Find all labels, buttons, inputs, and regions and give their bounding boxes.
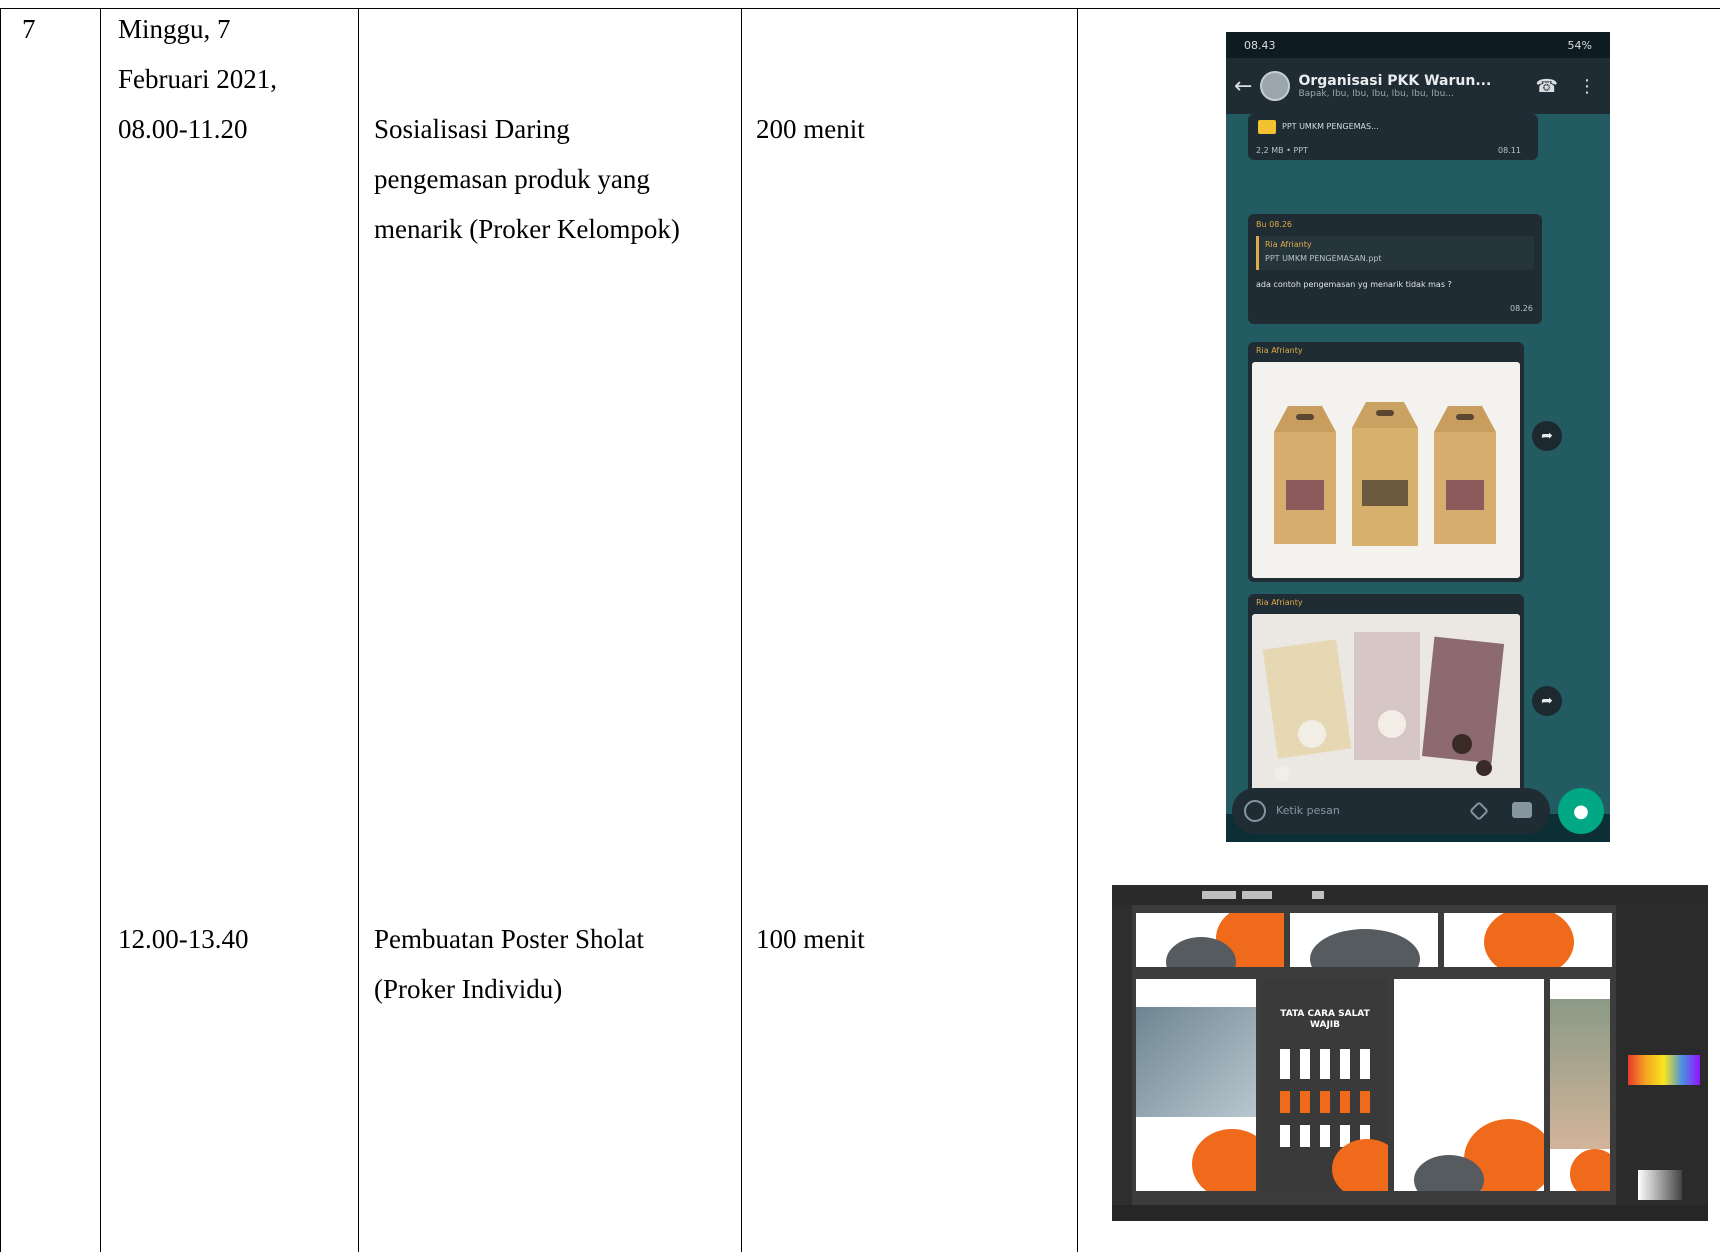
document-name: PPT UMKM PENGEMAS... [1282, 122, 1379, 131]
activity-2-time: 12.00-13.40 [118, 924, 249, 954]
more-options-icon[interactable]: ⋮ [1572, 76, 1602, 97]
packaging-cards-photo[interactable] [1252, 614, 1520, 800]
chat-title: Organisasi PKK Warun... [1298, 73, 1492, 89]
artboard-top-3 [1444, 913, 1612, 967]
color-swatches [1628, 1055, 1700, 1085]
document-icon [1258, 120, 1276, 134]
artboard-salat-poster: TATA CARA SALAT WAJIB [1262, 979, 1388, 1191]
app-menu-bar [1112, 885, 1708, 905]
photo-area [1136, 1007, 1256, 1117]
image-1-sender: Ria Afrianty [1256, 346, 1303, 355]
activity-1-title-line-3: menarik (Proker Kelompok) [374, 214, 680, 244]
microphone-icon[interactable]: ● [1558, 788, 1604, 834]
document-time: 08.11 [1498, 146, 1521, 155]
message-sender: Bu 08.26 [1256, 220, 1293, 229]
chat-area: PPT UMKM PENGEMAS... 2,2 MB • PPT 08.11 … [1226, 114, 1610, 814]
artboard-side-photo [1550, 979, 1610, 1191]
attach-icon[interactable] [1469, 801, 1489, 821]
toolbar-control [1312, 891, 1324, 899]
chat-header: ← Organisasi PKK Warun... Bapak, Ibu, Ib… [1226, 58, 1610, 114]
image-2-sender: Ria Afrianty [1256, 598, 1303, 607]
toolbar-control [1202, 891, 1236, 899]
chat-title-block[interactable]: Organisasi PKK Warun... Bapak, Ibu, Ibu,… [1298, 73, 1521, 99]
toolbar-control [1242, 891, 1272, 899]
activity-1-title-line-1: Sosialisasi Daring [374, 114, 570, 144]
back-arrow-icon[interactable]: ← [1234, 74, 1252, 99]
layers-panel [1616, 905, 1708, 1205]
call-icon[interactable]: ☎ [1530, 76, 1564, 97]
activity-2-title-line-1: Pembuatan Poster Sholat [374, 924, 644, 954]
camera-icon[interactable] [1512, 802, 1532, 818]
activity-1-duration: 200 menit [756, 114, 865, 144]
figure-row [1280, 1091, 1370, 1113]
message-input[interactable]: Ketik pesan [1232, 788, 1550, 834]
illustrator-workspace-screenshot: TATA CARA SALAT WAJIB [1112, 885, 1708, 1221]
tools-panel [1112, 905, 1132, 1205]
column-divider [358, 8, 359, 1252]
table-left-border [0, 8, 1, 1252]
emoji-icon[interactable] [1244, 800, 1266, 822]
date-line-1: Minggu, 7 [118, 14, 231, 44]
packaging-boxes-photo[interactable] [1252, 362, 1520, 578]
status-bar [1112, 1205, 1708, 1221]
row-number: 7 [22, 14, 36, 44]
figure-row [1280, 1049, 1370, 1079]
column-divider [100, 8, 101, 1252]
quoted-sender: Ria Afrianty [1265, 240, 1312, 249]
orange-shape [1570, 1149, 1610, 1191]
orange-shape [1192, 1129, 1256, 1191]
artboard-blank-poster [1394, 979, 1544, 1191]
column-divider [1077, 8, 1078, 1252]
group-avatar[interactable] [1260, 71, 1291, 101]
image-message-2[interactable]: Ria Afrianty [1248, 594, 1524, 804]
date-line-2: Februari 2021, [118, 64, 277, 94]
message-input-placeholder: Ketik pesan [1276, 804, 1340, 817]
quoted-text: PPT UMKM PENGEMASAN.ppt [1265, 254, 1382, 263]
phone-status-bar: 08.43 54% [1226, 32, 1610, 58]
document-message[interactable]: PPT UMKM PENGEMAS... 2,2 MB • PPT 08.11 [1248, 114, 1538, 160]
gradient-swatch [1638, 1170, 1682, 1200]
forward-icon[interactable]: ➦ [1532, 686, 1562, 716]
poster-heading: TATA CARA SALAT WAJIB [1280, 1009, 1370, 1030]
whatsapp-chat-screenshot: 08.43 54% ← Organisasi PKK Warun... Bapa… [1226, 32, 1610, 842]
document-meta: 2,2 MB • PPT [1256, 146, 1308, 155]
column-divider [741, 8, 742, 1252]
forward-icon[interactable]: ➦ [1532, 421, 1562, 451]
packaging-cards-illustration [1262, 632, 1505, 782]
artboard-top-2 [1290, 913, 1438, 967]
image-message-1[interactable]: Ria Afrianty [1248, 342, 1524, 582]
status-time: 08.43 [1244, 38, 1276, 52]
artboard-photo-poster [1136, 979, 1256, 1191]
orange-shape [1484, 913, 1574, 967]
message-time: 08.26 [1510, 304, 1533, 313]
battery-indicator: 54% [1567, 38, 1592, 52]
activity-2-duration: 100 menit [756, 924, 865, 954]
kraft-box-illustration [1274, 402, 1496, 546]
message-text: ada contoh pengemasan yg menarik tidak m… [1256, 280, 1452, 289]
photo-area [1550, 999, 1610, 1149]
activity-2-title-line-2: (Proker Individu) [374, 974, 563, 1004]
quoted-message: Ria Afrianty PPT UMKM PENGEMASAN.ppt [1256, 236, 1534, 270]
gray-shape [1310, 929, 1420, 967]
activity-1-title-line-2: pengemasan produk yang [374, 164, 650, 194]
reply-message[interactable]: Bu 08.26 Ria Afrianty PPT UMKM PENGEMASA… [1248, 214, 1542, 324]
table-top-border [0, 8, 1720, 9]
date-line-3: 08.00-11.20 [118, 114, 248, 144]
chat-subtitle: Bapak, Ibu, Ibu, Ibu, Ibu, Ibu, Ibu... [1298, 89, 1454, 99]
artboard-top-1 [1136, 913, 1284, 967]
